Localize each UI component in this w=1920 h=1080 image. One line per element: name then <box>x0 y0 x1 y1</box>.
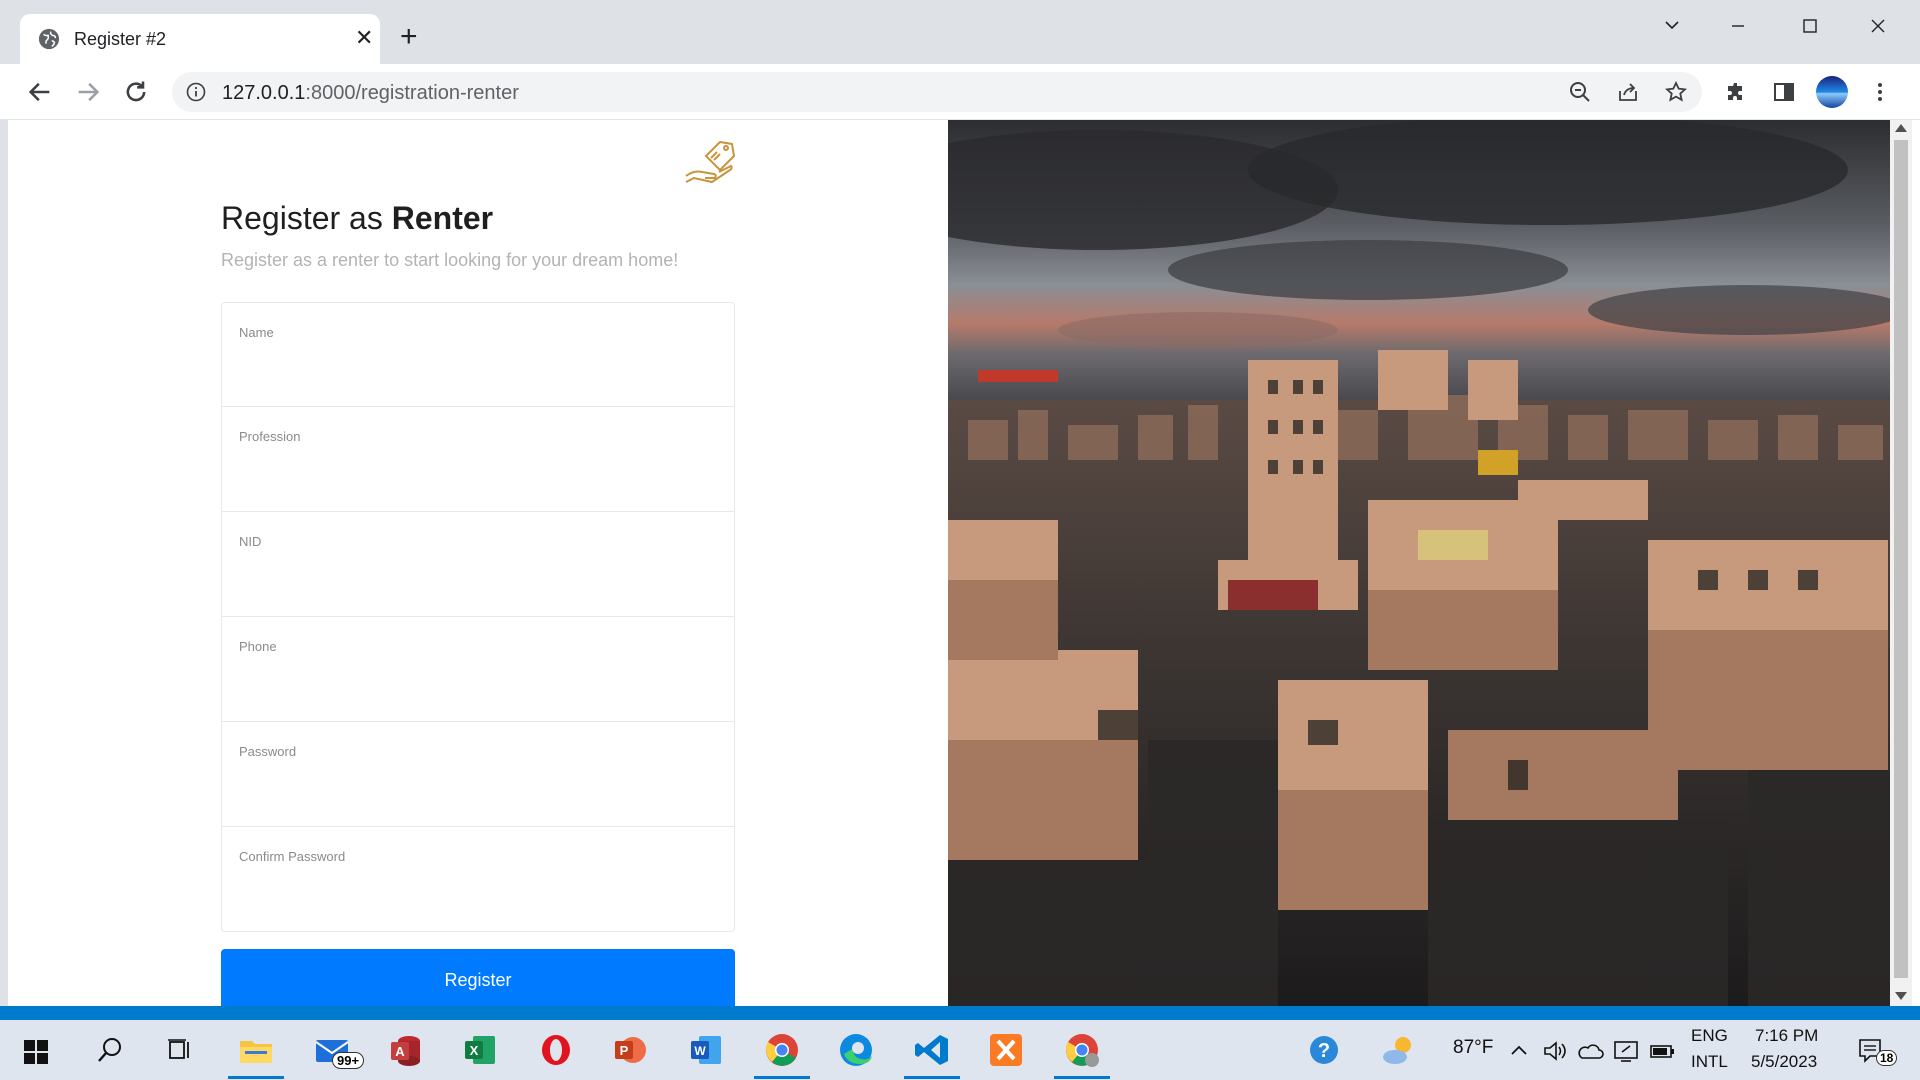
forward-arrow-icon[interactable] <box>74 78 102 106</box>
phone-label: Phone <box>239 639 277 654</box>
input-language[interactable]: ENG <box>1691 1026 1728 1046</box>
page-title-prefix: Register as <box>221 200 392 236</box>
file-explorer-running-indicator <box>228 1076 284 1079</box>
side-panel-icon[interactable] <box>1772 80 1796 104</box>
chrome-running-indicator <box>754 1076 810 1079</box>
name-field[interactable]: Name <box>221 302 735 407</box>
confirm-password-input[interactable] <box>238 873 718 913</box>
tab-title: Register #2 <box>74 29 167 49</box>
chrome-profile-running-indicator <box>1054 1076 1110 1079</box>
svg-text:W: W <box>694 1044 706 1058</box>
password-input[interactable] <box>238 768 718 808</box>
zoom-out-icon[interactable] <box>1568 80 1592 104</box>
opera-icon[interactable] <box>536 1030 576 1070</box>
vscode-icon[interactable] <box>904 1030 960 1079</box>
svg-text:X: X <box>470 1043 479 1058</box>
vscode-running-indicator <box>904 1076 960 1079</box>
mail-icon[interactable]: 99+ <box>312 1030 365 1070</box>
close-window-icon[interactable] <box>1858 10 1898 42</box>
profession-label: Profession <box>239 429 301 444</box>
name-label: Name <box>239 325 274 340</box>
mail-unread-badge: 99+ <box>332 1052 365 1069</box>
bookmark-star-icon[interactable] <box>1664 80 1688 104</box>
registration-form: Name Profession NID Phone Password Confi… <box>221 302 735 932</box>
scroll-up-arrow-icon[interactable] <box>1895 124 1907 132</box>
powerpoint-icon[interactable]: P <box>610 1030 650 1070</box>
browser-titlebar: Register #2 ✕ + <box>0 0 1920 64</box>
url-text[interactable]: 127.0.0.1:8000/registration-renter <box>222 82 519 105</box>
extensions-puzzle-icon[interactable] <box>1724 80 1748 104</box>
nid-label: NID <box>239 534 262 549</box>
clock-date[interactable]: 5/5/2023 <box>1751 1052 1817 1072</box>
page-title: Register as Renter <box>221 200 493 237</box>
volume-icon[interactable] <box>1542 1038 1568 1064</box>
page-scrollbar[interactable] <box>1890 120 1912 1006</box>
word-icon[interactable]: W <box>686 1030 726 1070</box>
page-viewport: Register as Renter Register as a renter … <box>8 120 1890 1006</box>
hand-house-logo-icon <box>685 140 736 184</box>
edge-icon[interactable] <box>836 1030 876 1070</box>
svg-text:P: P <box>620 1043 629 1058</box>
weather-icon[interactable] <box>1380 1030 1420 1070</box>
weather-temperature[interactable]: 87°F <box>1453 1037 1493 1059</box>
phone-input[interactable] <box>238 663 718 703</box>
address-bar[interactable]: 127.0.0.1:8000/registration-renter <box>172 72 1702 112</box>
nid-field[interactable]: NID <box>221 512 735 617</box>
input-layout[interactable]: INTL <box>1691 1052 1728 1072</box>
help-icon[interactable]: ? <box>1304 1030 1344 1070</box>
confirm-password-field[interactable]: Confirm Password <box>221 827 735 932</box>
clock-time[interactable]: 7:16 PM <box>1755 1026 1818 1046</box>
window-edge <box>1912 120 1920 1006</box>
reload-icon[interactable] <box>122 78 150 106</box>
tab-search-chevron-icon[interactable] <box>1652 10 1692 42</box>
scroll-thumb[interactable] <box>1894 140 1908 978</box>
chrome-icon[interactable] <box>754 1030 810 1079</box>
file-explorer-icon[interactable] <box>228 1030 284 1079</box>
city-skyline-photo <box>948 120 1890 1006</box>
task-view-icon[interactable] <box>160 1030 200 1070</box>
onedrive-cloud-icon[interactable] <box>1576 1038 1604 1064</box>
profile-avatar[interactable] <box>1816 76 1848 108</box>
browser-tab-active[interactable]: Register #2 ✕ <box>20 14 380 64</box>
xampp-icon[interactable] <box>986 1030 1026 1070</box>
password-label: Password <box>239 744 297 759</box>
network-icon[interactable] <box>1612 1038 1640 1064</box>
site-info-icon[interactable] <box>186 82 206 102</box>
phone-field[interactable]: Phone <box>221 617 735 722</box>
svg-text:A: A <box>395 1044 405 1059</box>
name-input[interactable] <box>238 349 718 389</box>
register-button[interactable]: Register <box>221 949 735 1006</box>
profession-field[interactable]: Profession <box>221 407 735 512</box>
battery-icon[interactable] <box>1648 1038 1676 1064</box>
password-field[interactable]: Password <box>221 722 735 827</box>
access-app-icon[interactable]: A <box>386 1030 426 1070</box>
notification-count-badge: 18 <box>1876 1050 1898 1066</box>
kebab-menu-icon[interactable] <box>1868 80 1892 104</box>
background-window-statusbar <box>0 1006 1920 1020</box>
globe-icon <box>38 28 60 50</box>
url-path: :8000/registration-renter <box>305 82 519 104</box>
chrome-profile-icon[interactable] <box>1054 1030 1110 1079</box>
page-subtitle: Register as a renter to start looking fo… <box>221 250 679 270</box>
minimize-icon[interactable] <box>1718 10 1758 42</box>
windows-taskbar: 99+ A X P W ? 87°F ENG INTL 7:16 PM 5/5/… <box>0 1020 1920 1080</box>
new-tab-button[interactable]: + <box>400 22 418 52</box>
scroll-down-arrow-icon[interactable] <box>1895 992 1907 1000</box>
page-title-role: Renter <box>391 200 494 236</box>
share-icon[interactable] <box>1616 80 1640 104</box>
search-icon[interactable] <box>90 1030 130 1070</box>
windows-start-icon[interactable] <box>24 1040 48 1064</box>
nid-input[interactable] <box>238 558 718 598</box>
tab-close-icon[interactable]: ✕ <box>355 26 373 50</box>
url-host: 127.0.0.1 <box>222 82 306 104</box>
excel-icon[interactable]: X <box>460 1030 500 1070</box>
confirm-password-label: Confirm Password <box>239 849 346 864</box>
profession-input[interactable] <box>238 453 718 493</box>
svg-text:?: ? <box>1318 1040 1330 1062</box>
maximize-icon[interactable] <box>1790 10 1830 42</box>
show-hidden-icons-chevron-icon[interactable] <box>1508 1040 1530 1062</box>
back-arrow-icon[interactable] <box>26 78 54 106</box>
browser-toolbar: 127.0.0.1:8000/registration-renter <box>0 64 1920 120</box>
